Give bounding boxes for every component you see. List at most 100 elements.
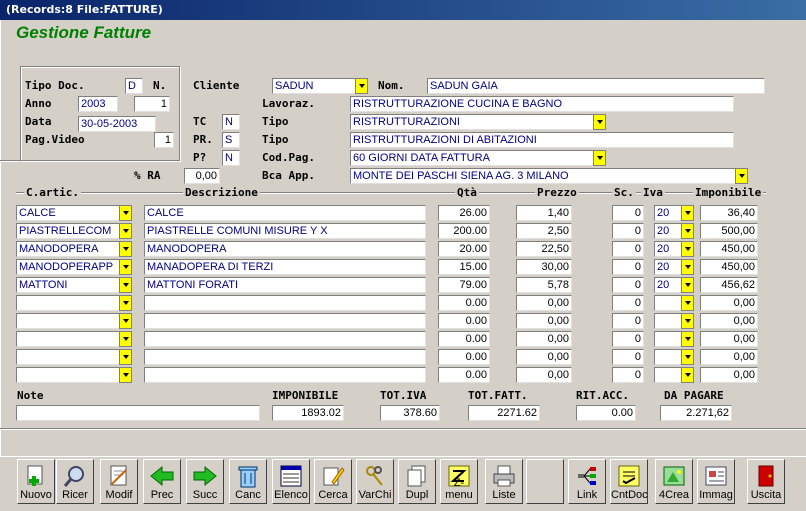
tipo1-dropdown-icon[interactable] (593, 114, 606, 130)
chevron-down-icon[interactable] (119, 313, 132, 329)
row-iva-field[interactable] (654, 349, 682, 365)
row-price-field[interactable]: 2,50 (516, 223, 572, 239)
row-iva-field[interactable]: 20 (654, 259, 682, 275)
row-qty-field[interactable]: 26.00 (438, 205, 490, 221)
bca-dropdown-icon[interactable] (735, 168, 748, 184)
row-code-field[interactable]: PIASTRELLECOM (16, 223, 120, 239)
canc-button[interactable]: Canc (229, 459, 267, 504)
tipo2-field[interactable]: RISTRUTTURAZIONI DI ABITAZIONI (350, 132, 734, 148)
elenco-button[interactable]: Elenco (272, 459, 310, 504)
row-code-field[interactable]: MATTONI (16, 277, 120, 293)
z-menu-button[interactable]: Z-menu (440, 459, 478, 504)
row-iva-field[interactable]: 20 (654, 241, 682, 257)
anno-field[interactable]: 2003 (78, 96, 118, 112)
link-button[interactable]: Link (568, 459, 606, 504)
chevron-down-icon[interactable] (681, 367, 694, 383)
prec-button[interactable]: Prec (143, 459, 181, 504)
dupl-button[interactable]: Dupl (398, 459, 436, 504)
row-imponibile-field[interactable]: 0,00 (700, 367, 758, 383)
pr-field[interactable]: S (222, 132, 240, 148)
row-imponibile-field[interactable]: 456,62 (700, 277, 758, 293)
row-price-field[interactable]: 0,00 (516, 295, 572, 311)
chevron-down-icon[interactable] (681, 259, 694, 275)
row-iva-field[interactable] (654, 295, 682, 311)
row-iva-field[interactable] (654, 331, 682, 347)
ra-field[interactable]: 0,00 (184, 168, 220, 184)
uscita-button[interactable]: Uscita (747, 459, 785, 504)
row-description-field[interactable] (144, 295, 426, 311)
row-qty-field[interactable]: 0.00 (438, 367, 490, 383)
ricer-button[interactable]: Ricer (56, 459, 94, 504)
row-description-field[interactable]: CALCE (144, 205, 426, 221)
chevron-down-icon[interactable] (681, 277, 694, 293)
row-description-field[interactable]: MATTONI FORATI (144, 277, 426, 293)
row-qty-field[interactable]: 200.00 (438, 223, 490, 239)
pag-video-field[interactable]: 1 (154, 132, 174, 148)
4crea-button[interactable]: 4Crea (655, 459, 693, 504)
codpag-dropdown-icon[interactable] (593, 150, 606, 166)
tc-field[interactable]: N (222, 114, 240, 130)
row-discount-field[interactable]: 0 (612, 241, 644, 257)
data-field[interactable]: 30-05-2003 (78, 116, 156, 132)
row-description-field[interactable] (144, 331, 426, 347)
row-code-field[interactable]: MANODOPERAPP (16, 259, 120, 275)
row-qty-field[interactable]: 0.00 (438, 331, 490, 347)
row-iva-field[interactable] (654, 367, 682, 383)
codpag-field[interactable]: 60 GIORNI DATA FATTURA (350, 150, 594, 166)
succ-button[interactable]: Succ (186, 459, 224, 504)
row-price-field[interactable]: 0,00 (516, 313, 572, 329)
row-description-field[interactable]: MANADOPERA DI TERZI (144, 259, 426, 275)
row-price-field[interactable]: 0,00 (516, 367, 572, 383)
lavoraz-field[interactable]: RISTRUTTURAZIONE CUCINA E BAGNO (350, 96, 734, 112)
row-price-field[interactable]: 30,00 (516, 259, 572, 275)
cliente-field[interactable]: SADUN (272, 78, 356, 94)
chevron-down-icon[interactable] (681, 313, 694, 329)
row-code-field[interactable] (16, 313, 120, 329)
row-imponibile-field[interactable]: 0,00 (700, 349, 758, 365)
row-discount-field[interactable]: 0 (612, 223, 644, 239)
row-imponibile-field[interactable]: 0,00 (700, 295, 758, 311)
row-qty-field[interactable]: 79.00 (438, 277, 490, 293)
nuovo-button[interactable]: Nuovo (17, 459, 55, 504)
chevron-down-icon[interactable] (119, 367, 132, 383)
chevron-down-icon[interactable] (681, 205, 694, 221)
note-field[interactable] (16, 405, 260, 421)
row-description-field[interactable] (144, 313, 426, 329)
row-discount-field[interactable]: 0 (612, 205, 644, 221)
row-imponibile-field[interactable]: 0,00 (700, 331, 758, 347)
row-discount-field[interactable]: 0 (612, 259, 644, 275)
chevron-down-icon[interactable] (119, 331, 132, 347)
row-description-field[interactable]: MANODOPERA (144, 241, 426, 257)
row-qty-field[interactable]: 15.00 (438, 259, 490, 275)
row-code-field[interactable] (16, 331, 120, 347)
chevron-down-icon[interactable] (119, 223, 132, 239)
row-price-field[interactable]: 1,40 (516, 205, 572, 221)
row-qty-field[interactable]: 20.00 (438, 241, 490, 257)
row-qty-field[interactable]: 0.00 (438, 313, 490, 329)
row-description-field[interactable] (144, 367, 426, 383)
row-code-field[interactable] (16, 295, 120, 311)
row-imponibile-field[interactable]: 500,00 (700, 223, 758, 239)
row-iva-field[interactable]: 20 (654, 205, 682, 221)
tipo-doc-field[interactable]: D (125, 78, 143, 94)
row-imponibile-field[interactable]: 450,00 (700, 259, 758, 275)
row-code-field[interactable]: MANODOPERA (16, 241, 120, 257)
nom-field[interactable]: SADUN GAIA (427, 78, 765, 94)
chevron-down-icon[interactable] (681, 295, 694, 311)
numero-field[interactable]: 1 (134, 96, 170, 112)
chevron-down-icon[interactable] (681, 349, 694, 365)
p-field[interactable]: N (222, 150, 240, 166)
row-discount-field[interactable]: 0 (612, 295, 644, 311)
row-price-field[interactable]: 0,00 (516, 331, 572, 347)
chevron-down-icon[interactable] (119, 295, 132, 311)
varchi-button[interactable]: VarChi (356, 459, 394, 504)
chevron-down-icon[interactable] (119, 349, 132, 365)
immag-button[interactable]: Immag (697, 459, 735, 504)
chevron-down-icon[interactable] (681, 241, 694, 257)
bca-field[interactable]: MONTE DEI PASCHI SIENA AG. 3 MILANO (350, 168, 736, 184)
chevron-down-icon[interactable] (119, 205, 132, 221)
row-discount-field[interactable]: 0 (612, 277, 644, 293)
row-iva-field[interactable] (654, 313, 682, 329)
liste-button[interactable]: Liste (485, 459, 523, 504)
row-discount-field[interactable]: 0 (612, 313, 644, 329)
